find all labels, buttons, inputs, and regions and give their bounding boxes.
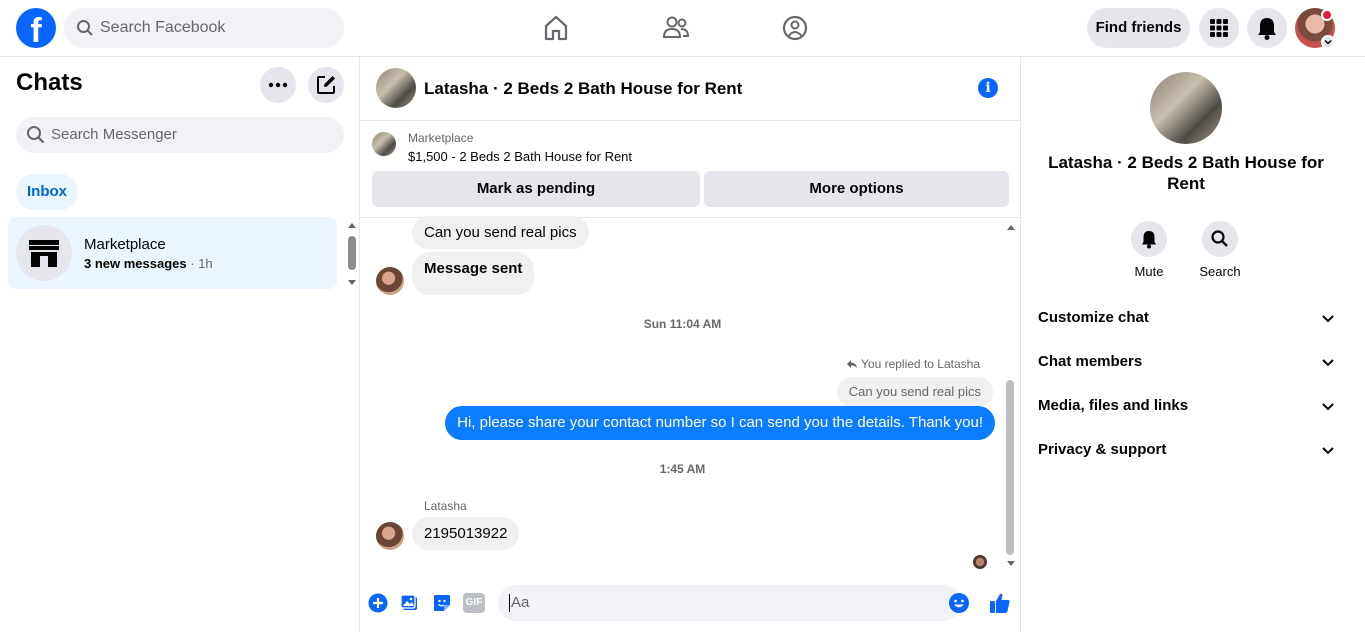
mute-label: Mute — [1134, 264, 1164, 279]
incoming-message[interactable]: Message sent — [412, 252, 535, 295]
new-message-button[interactable] — [308, 67, 344, 103]
section-media-files-links[interactable]: Media, files and links — [1038, 384, 1336, 428]
message-input[interactable]: Aa — [498, 585, 969, 621]
chats-title: Chats — [16, 69, 83, 96]
account-chevron-icon[interactable] — [1321, 35, 1335, 49]
compose-icon — [317, 76, 335, 94]
find-friends-button[interactable]: Find friends — [1087, 8, 1190, 48]
notifications-button[interactable] — [1247, 8, 1287, 48]
gif-button[interactable]: GIF — [463, 593, 485, 613]
composer-bar: GIF Aa — [361, 582, 1021, 632]
marketplace-listing-card: Marketplace $1,500 - 2 Beds 2 Bath House… — [361, 122, 1021, 218]
listing-thumbnail[interactable] — [372, 132, 396, 156]
menu-grid-icon — [1210, 19, 1228, 37]
conversation-list-item[interactable]: Marketplace 3 new messages · 1h — [8, 217, 337, 289]
replied-to-label: You replied to Latasha — [846, 357, 980, 371]
search-icon — [27, 126, 45, 144]
chevron-down-icon — [1322, 403, 1334, 411]
scroll-down-icon[interactable] — [1006, 559, 1016, 569]
search-in-chat-button[interactable] — [1202, 221, 1238, 257]
photo-icon[interactable] — [400, 593, 420, 613]
chats-panel: Chats Search Messenger Inbox Marketplace… — [0, 57, 360, 632]
thread-scrollbar[interactable] — [1006, 380, 1014, 555]
facebook-search-placeholder: Search Facebook — [100, 19, 226, 36]
thread-title[interactable]: Latasha · 2 Beds 2 Bath House for Rent — [424, 79, 742, 99]
mark-pending-button[interactable]: Mark as pending — [372, 171, 700, 207]
chevron-down-icon — [1322, 447, 1334, 455]
inbox-filter-tab[interactable]: Inbox — [16, 174, 78, 210]
section-customize-chat[interactable]: Customize chat — [1038, 296, 1336, 340]
sender-name: Latasha — [424, 499, 467, 513]
listing-label: Marketplace — [408, 131, 474, 145]
marketplace-store-icon — [29, 240, 59, 267]
details-avatar[interactable] — [1150, 72, 1222, 144]
incoming-message[interactable]: 2195013922 — [412, 517, 520, 550]
chevron-down-icon — [1322, 359, 1334, 367]
chat-options-button[interactable] — [260, 67, 296, 103]
sender-avatar[interactable] — [376, 267, 404, 295]
bell-icon — [1258, 18, 1276, 40]
marketplace-avatar — [16, 225, 72, 281]
message-input-placeholder: Aa — [511, 594, 530, 611]
section-privacy-support[interactable]: Privacy & support — [1038, 428, 1336, 472]
chat-list-scrollbar[interactable] — [347, 220, 357, 288]
read-receipt-avatar — [973, 555, 987, 569]
conversation-preview: 3 new messages · 1h — [84, 256, 213, 271]
search-label: Search — [1199, 264, 1241, 279]
groups-icon[interactable] — [779, 12, 811, 44]
messenger-search[interactable]: Search Messenger — [16, 117, 344, 153]
chevron-down-icon — [1322, 315, 1334, 323]
details-name[interactable]: Latasha · 2 Beds 2 Bath House for Rent — [1038, 152, 1334, 194]
incoming-message[interactable]: Can you send real pics — [412, 216, 589, 249]
friends-icon[interactable] — [660, 12, 692, 44]
reply-icon — [846, 360, 857, 368]
timestamp: Sun 11:04 AM — [643, 317, 722, 331]
notification-dot — [1321, 9, 1333, 21]
home-icon[interactable] — [540, 12, 572, 44]
chat-details-panel: Latasha · 2 Beds 2 Bath House for Rent M… — [1022, 57, 1352, 632]
conversation-pane: Latasha · 2 Beds 2 Bath House for Rent i… — [361, 57, 1021, 632]
timestamp: 1:45 AM — [659, 462, 706, 476]
section-chat-members[interactable]: Chat members — [1038, 340, 1336, 384]
top-bar: f Search Facebook Find friends — [0, 0, 1365, 57]
bell-icon — [1142, 231, 1156, 249]
page-scrollbar[interactable] — [1352, 57, 1365, 632]
emoji-icon[interactable] — [948, 592, 970, 614]
outgoing-message[interactable]: Hi, please share your contact number so … — [445, 406, 995, 440]
more-icon — [268, 82, 288, 88]
listing-price-title[interactable]: $1,500 - 2 Beds 2 Bath House for Rent — [408, 149, 632, 164]
search-icon — [77, 20, 93, 36]
facebook-logo[interactable]: f — [16, 8, 56, 48]
text-cursor — [509, 594, 510, 612]
menu-button[interactable] — [1199, 8, 1239, 48]
search-icon — [1211, 230, 1228, 247]
mute-button[interactable] — [1131, 221, 1167, 257]
thumbs-up-icon[interactable] — [988, 591, 1012, 615]
mute-action[interactable]: Mute — [1114, 221, 1184, 279]
search-action[interactable]: Search — [1185, 221, 1255, 279]
conversation-name: Marketplace — [84, 236, 166, 253]
sender-avatar[interactable] — [376, 522, 404, 550]
facebook-search[interactable]: Search Facebook — [64, 8, 344, 48]
quoted-message[interactable]: Can you send real pics — [836, 377, 993, 407]
plus-circle-icon[interactable] — [368, 593, 388, 613]
info-icon[interactable]: i — [978, 78, 998, 98]
messenger-search-placeholder: Search Messenger — [51, 126, 177, 143]
thread-avatar[interactable] — [376, 68, 416, 108]
thread-header: Latasha · 2 Beds 2 Bath House for Rent i — [361, 57, 1021, 121]
sticker-icon[interactable] — [432, 593, 452, 613]
scroll-up-icon[interactable] — [1006, 222, 1016, 232]
more-options-button[interactable]: More options — [704, 171, 1009, 207]
